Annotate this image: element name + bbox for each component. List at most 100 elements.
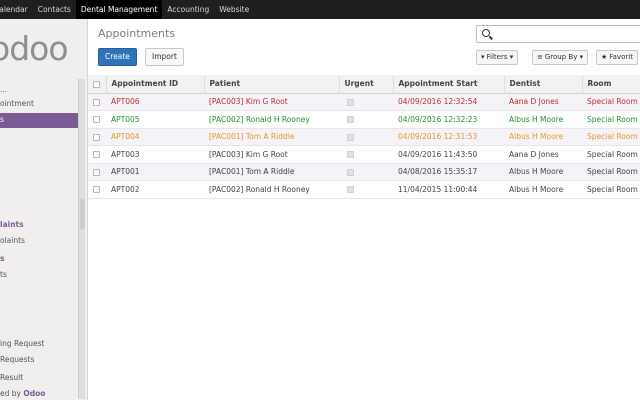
group-by-label: Group By: [544, 53, 578, 61]
row-checkbox[interactable]: [93, 116, 100, 124]
dentist-cell: Aana D Jones: [504, 145, 582, 164]
dentist-cell: Albus H Moore: [504, 128, 582, 146]
sidebar-item-appointment[interactable]: ointment: [0, 97, 34, 111]
urgent-cell: [339, 145, 393, 164]
select-all-checkbox[interactable]: [93, 80, 100, 88]
dentist-cell: Aana D Jones: [504, 93, 582, 111]
list-icon: ≡: [537, 53, 543, 61]
table-row[interactable]: APT003 [PAC003] Kim G Root 04/09/2016 11…: [88, 145, 640, 164]
patient-cell: [PAC001] Tom A Riddle: [204, 128, 339, 146]
appointment-start-cell: 04/09/2016 12:32:54: [393, 93, 504, 111]
tab-accounting[interactable]: Accounting: [162, 0, 214, 19]
tab-contacts[interactable]: Contacts: [33, 0, 76, 19]
col-appointment-start[interactable]: Appointment Start: [393, 75, 505, 94]
patient-cell: [PAC001] Tom A Riddle: [204, 163, 339, 181]
dentist-cell: Albus H Moore: [504, 180, 582, 199]
search-icon: [482, 29, 490, 37]
import-button[interactable]: Import: [145, 48, 184, 66]
col-room[interactable]: Room: [582, 75, 640, 94]
sidebar-item-requests[interactable]: Requests: [0, 353, 34, 367]
powered-prefix: ed by: [0, 389, 24, 398]
urgent-cell: [339, 128, 393, 146]
room-cell: Special Room: [582, 93, 640, 111]
star-icon: ★: [601, 53, 608, 61]
urgent-checkbox: [347, 168, 354, 176]
appointment-start-cell: 11/04/2015 11:00:44: [393, 180, 504, 199]
tab-website[interactable]: Website: [214, 0, 254, 19]
row-select-cell: [88, 110, 106, 129]
col-dentist[interactable]: Dentist: [504, 75, 583, 94]
urgent-checkbox: [347, 98, 354, 106]
sidebar: odoo ... ointment s laints olaints s ts …: [0, 19, 88, 400]
room-cell: Special Room: [582, 128, 640, 146]
main-content: Appointments Create Import ▾ Filters ▾ ≡ G…: [88, 19, 640, 400]
table-row[interactable]: APT004 [PAC001] Tom A Riddle 04/09/2016 …: [88, 128, 640, 146]
col-patient[interactable]: Patient: [204, 75, 340, 94]
col-appointment-id[interactable]: Appointment ID: [106, 75, 205, 94]
odoo-logo[interactable]: odoo: [0, 29, 69, 68]
table-body: APT006 [PAC003] Kim G Root 04/09/2016 12…: [88, 93, 640, 199]
sidebar-section-s: s: [0, 254, 5, 263]
sidebar-scrollbar[interactable]: [78, 79, 85, 399]
row-checkbox[interactable]: [93, 151, 100, 159]
row-select-cell: [88, 93, 106, 111]
urgent-cell: [339, 163, 393, 181]
sidebar-item-complaints[interactable]: olaints: [0, 234, 25, 248]
dentist-cell: Albus H Moore: [504, 110, 582, 129]
sidebar-item-ts[interactable]: ts: [0, 268, 7, 282]
col-urgent[interactable]: Urgent: [339, 75, 394, 94]
appointment-id-cell: APT003: [106, 145, 204, 164]
top-nav-tabs: Calendar Contacts Dental Management Acco…: [0, 0, 640, 19]
powered-by: ed by Odoo: [0, 389, 45, 398]
filters-label: Filters: [486, 53, 508, 61]
sidebar-item-appointments-active[interactable]: s: [0, 113, 78, 128]
appointments-table: Appointment ID Patient Urgent Appointmen…: [88, 75, 640, 199]
sidebar-item-truncated-1[interactable]: ...: [0, 83, 7, 97]
table-row[interactable]: APT002 [PAC002] Ronald H Rooney 11/04/20…: [88, 180, 640, 199]
tab-dental-management[interactable]: Dental Management: [75, 0, 163, 19]
table-row[interactable]: APT006 [PAC003] Kim G Root 04/09/2016 12…: [88, 93, 640, 111]
urgent-cell: [339, 110, 393, 129]
filters-button[interactable]: ▾ Filters ▾: [476, 50, 519, 65]
appointment-start-cell: 04/09/2016 11:43:50: [393, 145, 504, 164]
patient-cell: [PAC003] Kim G Root: [204, 93, 339, 111]
appointment-id-cell: APT006: [106, 93, 204, 111]
tab-calendar[interactable]: Calendar: [0, 0, 33, 19]
patient-cell: [PAC002] Ronald H Rooney: [204, 110, 339, 129]
appointment-id-cell: APT002: [106, 180, 204, 199]
dentist-cell: Albus H Moore: [504, 163, 582, 181]
search-input[interactable]: [495, 28, 635, 40]
select-all-cell: [88, 75, 107, 94]
table-row[interactable]: APT001 [PAC001] Tom A Riddle 04/08/2016 …: [88, 163, 640, 181]
row-checkbox[interactable]: [93, 98, 100, 106]
powered-brand-link[interactable]: Odoo: [23, 389, 45, 398]
sidebar-scroll-thumb[interactable]: [80, 199, 85, 229]
room-cell: Special Room: [582, 163, 640, 181]
patient-cell: [PAC003] Kim G Root: [204, 145, 339, 164]
urgent-checkbox: [347, 186, 354, 194]
room-cell: Special Room: [582, 180, 640, 199]
group-by-button[interactable]: ≡ Group By ▾: [532, 50, 589, 65]
row-checkbox[interactable]: [93, 186, 100, 194]
favorites-label: Favorit: [609, 53, 633, 61]
table-row[interactable]: APT005 [PAC002] Ronald H Rooney 04/09/20…: [88, 110, 640, 129]
sidebar-item-result[interactable]: Result: [0, 371, 23, 385]
row-select-cell: [88, 128, 106, 146]
create-button[interactable]: Create: [98, 48, 137, 66]
appointment-id-cell: APT004: [106, 128, 204, 146]
table-header-row: Appointment ID Patient Urgent Appointmen…: [88, 75, 640, 94]
appointment-start-cell: 04/09/2016 12:32:23: [393, 110, 504, 129]
row-checkbox[interactable]: [93, 168, 100, 176]
urgent-checkbox: [347, 151, 354, 159]
breadcrumb: Appointments: [98, 27, 176, 40]
filter-icon: ▾: [481, 53, 485, 61]
row-checkbox[interactable]: [93, 133, 100, 141]
appointment-start-cell: 04/08/2016 15:35:17: [393, 163, 504, 181]
row-select-cell: [88, 180, 106, 199]
favorites-button[interactable]: ★ Favorit: [596, 50, 638, 65]
urgent-checkbox: [347, 116, 354, 124]
sidebar-item-ing-request[interactable]: ing Request: [0, 337, 44, 351]
room-cell: Special Room: [582, 145, 640, 164]
appointment-id-cell: APT001: [106, 163, 204, 181]
top-navbar: Calendar Contacts Dental Management Acco…: [0, 0, 640, 19]
